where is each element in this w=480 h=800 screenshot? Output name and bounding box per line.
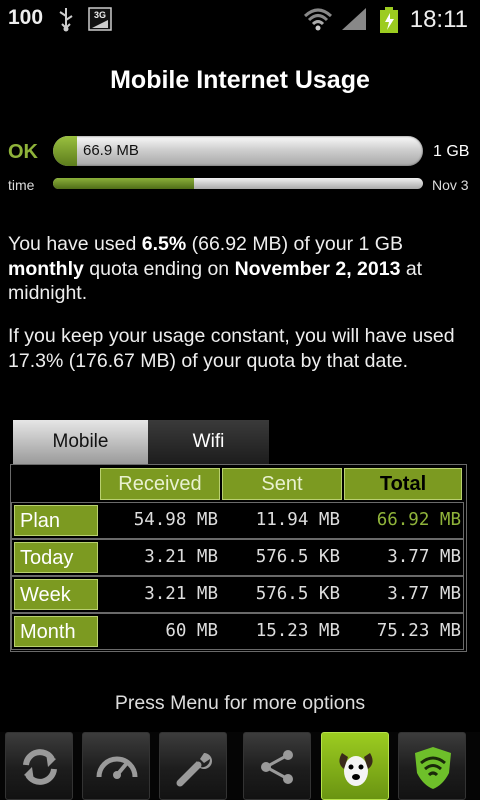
status-bar: 100 3G 18:11 bbox=[0, 0, 480, 38]
data-usage-fill bbox=[53, 136, 78, 166]
clock: 18:11 bbox=[409, 6, 468, 33]
month-received: 60 MB bbox=[165, 621, 218, 641]
bottom-toolbar bbox=[0, 732, 480, 800]
week-total: 3.77 MB bbox=[387, 584, 461, 604]
today-received: 3.21 MB bbox=[144, 547, 218, 567]
time-label: time bbox=[8, 177, 35, 193]
speed-test-button[interactable] bbox=[82, 732, 150, 800]
battery-percentage: 100 bbox=[8, 6, 44, 29]
dog-mascot-icon bbox=[339, 753, 373, 786]
wrench-icon bbox=[176, 753, 212, 787]
row-label-plan: Plan bbox=[14, 505, 98, 536]
share-button[interactable] bbox=[243, 732, 311, 800]
summary-percent: 6.5% bbox=[141, 233, 187, 255]
row-label-month: Month bbox=[14, 616, 98, 647]
summary-text: (66.92 MB) of your 1 GB bbox=[186, 233, 403, 255]
app-mascot-button[interactable] bbox=[321, 732, 389, 800]
plan-total: 66.92 MB bbox=[376, 510, 461, 530]
plan-received: 54.98 MB bbox=[133, 510, 218, 530]
wifi-shield-icon bbox=[415, 747, 451, 789]
time-progress-bar bbox=[53, 178, 423, 189]
battery-charging-icon bbox=[378, 6, 400, 39]
cell-signal-icon bbox=[340, 6, 368, 37]
share-icon bbox=[261, 750, 293, 784]
refresh-icon bbox=[23, 749, 57, 785]
network-3g-icon: 3G bbox=[88, 6, 112, 37]
data-usage-bar: 66.9 MB bbox=[53, 136, 423, 166]
wifi-signal-icon bbox=[303, 6, 333, 37]
month-sent: 15.23 MB bbox=[255, 621, 340, 641]
data-quota-label: 1 GB bbox=[433, 143, 470, 160]
usage-projection: If you keep your usage constant, you wil… bbox=[8, 325, 455, 372]
row-label-today: Today bbox=[14, 542, 98, 573]
tab-wifi[interactable]: Wifi bbox=[148, 420, 269, 464]
summary-text: You have used bbox=[8, 233, 142, 255]
menu-hint: Press Menu for more options bbox=[114, 692, 366, 714]
summary-period: monthly bbox=[8, 257, 84, 280]
usb-icon bbox=[56, 6, 76, 37]
page-title: Mobile Internet Usage bbox=[110, 66, 370, 94]
speedometer-icon bbox=[96, 756, 138, 779]
usage-summary: You have used 6.5% (66.92 MB) of your 1 … bbox=[8, 232, 472, 306]
header-sent: Sent bbox=[222, 468, 342, 500]
header-total: Total bbox=[344, 468, 462, 500]
summary-end-date: November 2, 2013 bbox=[234, 257, 401, 280]
month-total: 75.23 MB bbox=[376, 621, 461, 641]
tab-mobile[interactable]: Mobile bbox=[13, 420, 148, 464]
today-total: 3.77 MB bbox=[387, 547, 461, 567]
week-sent: 576.5 KB bbox=[255, 584, 340, 604]
header-received: Received bbox=[100, 468, 220, 500]
refresh-button[interactable] bbox=[5, 732, 73, 800]
period-end-label: Nov 3 bbox=[432, 177, 469, 193]
security-button[interactable] bbox=[398, 732, 466, 800]
usage-table: Received Sent Total Plan 54.98 MB 11.94 … bbox=[10, 464, 467, 652]
plan-sent: 11.94 MB bbox=[255, 510, 340, 530]
today-sent: 576.5 KB bbox=[255, 547, 340, 567]
data-used-label: 66.9 MB bbox=[83, 142, 139, 159]
settings-button[interactable] bbox=[159, 732, 227, 800]
summary-text: quota ending on bbox=[83, 257, 235, 280]
week-received: 3.21 MB bbox=[144, 584, 218, 604]
row-label-week: Week bbox=[14, 579, 98, 610]
usage-status-label: OK bbox=[8, 141, 38, 163]
svg-text:3G: 3G bbox=[94, 10, 106, 20]
time-progress-fill bbox=[53, 178, 194, 189]
